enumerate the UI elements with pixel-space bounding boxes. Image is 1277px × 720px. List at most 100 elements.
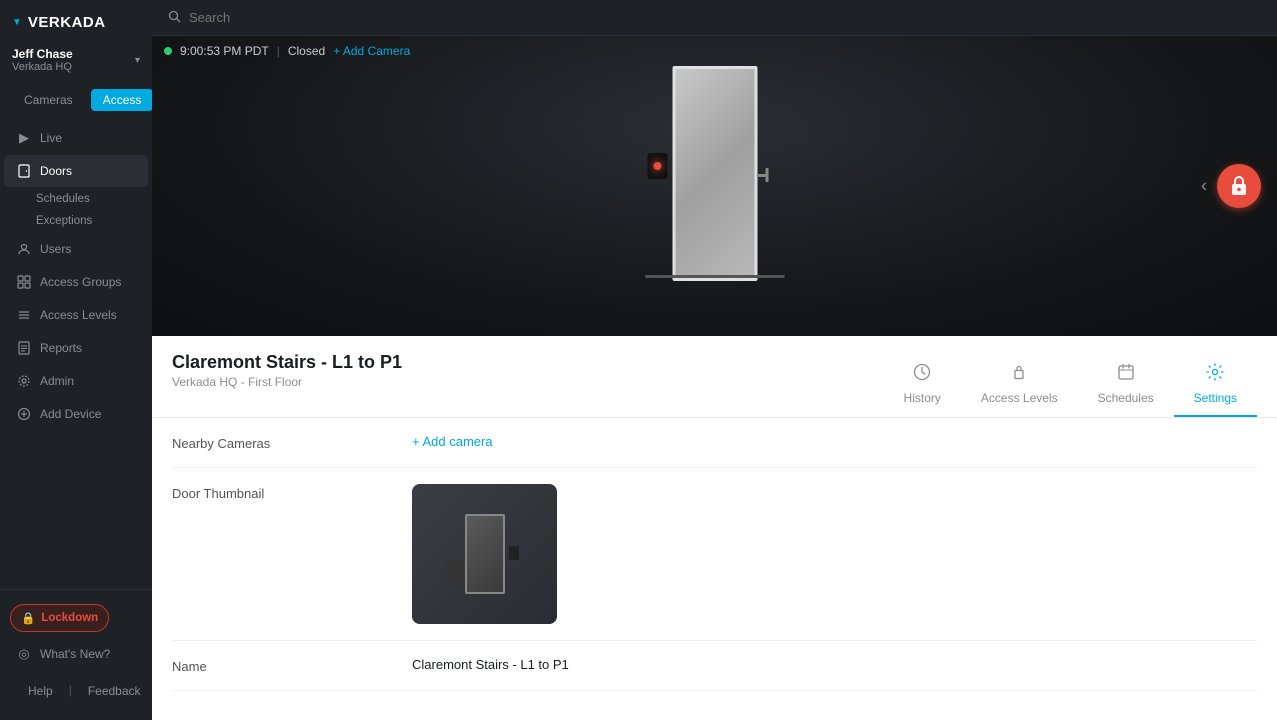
tab-navigation: History Access Levels	[884, 352, 1257, 417]
sidebar-item-whats-new[interactable]: ◎ What's New?	[4, 638, 148, 670]
sidebar-item-add-device[interactable]: Add Device	[4, 398, 148, 430]
door-thumbnail-row: Door Thumbnail	[172, 468, 1257, 641]
access-mode-button[interactable]: Access	[91, 89, 154, 111]
sidebar-item-reports[interactable]: Reports	[4, 332, 148, 364]
sidebar-item-add-device-label: Add Device	[40, 407, 101, 421]
access-levels-icon	[16, 307, 32, 323]
door-thumbnail-value	[412, 484, 1257, 624]
tab-access-levels[interactable]: Access Levels	[961, 352, 1078, 417]
thumb-door	[465, 514, 505, 594]
status-time: 9:00:53 PM PDT	[180, 44, 269, 58]
status-separator: |	[277, 44, 280, 58]
reports-icon	[16, 340, 32, 356]
users-icon	[16, 241, 32, 257]
sidebar-item-access-levels[interactable]: Access Levels	[4, 299, 148, 331]
search-input[interactable]	[189, 10, 365, 25]
mode-buttons: Cameras Access	[0, 83, 152, 121]
name-row: Name Claremont Stairs - L1 to P1	[172, 641, 1257, 691]
door-thumbnail-label: Door Thumbnail	[172, 484, 392, 501]
tab-schedules[interactable]: Schedules	[1078, 352, 1174, 417]
sidebar-item-doors-label: Doors	[40, 164, 72, 178]
sidebar-item-help-feedback: Help | Feedback	[4, 671, 148, 711]
tab-settings[interactable]: Settings	[1174, 352, 1257, 417]
sidebar-item-whats-new-label: What's New?	[40, 647, 110, 661]
collapse-panel-button[interactable]: ‹	[1201, 176, 1207, 197]
detail-header: Claremont Stairs - L1 to P1 Verkada HQ -…	[152, 336, 1277, 418]
add-camera-button[interactable]: + Add Camera	[333, 44, 410, 58]
keypad-icon	[647, 153, 667, 179]
nearby-cameras-row: Nearby Cameras + Add camera	[172, 418, 1257, 468]
user-section[interactable]: Jeff Chase Verkada HQ ▾	[0, 41, 152, 83]
user-org: Verkada HQ	[12, 61, 73, 73]
status-bar: 9:00:53 PM PDT | Closed + Add Camera	[164, 44, 410, 58]
door-preview: 9:00:53 PM PDT | Closed + Add Camera ‹	[152, 36, 1277, 336]
tab-schedules-label: Schedules	[1098, 391, 1154, 405]
doors-icon	[16, 163, 32, 179]
sidebar-item-users[interactable]: Users	[4, 233, 148, 265]
detail-panel: Claremont Stairs - L1 to P1 Verkada HQ -…	[152, 336, 1277, 720]
door-floor	[645, 275, 784, 278]
access-levels-tab-icon	[1009, 362, 1029, 387]
history-icon	[912, 362, 932, 387]
door-info: Claremont Stairs - L1 to P1 Verkada HQ -…	[172, 352, 402, 389]
door-subtitle: Verkada HQ - First Floor	[172, 375, 402, 389]
search-icon	[168, 10, 181, 26]
thumbnail-inner	[412, 484, 557, 624]
nearby-cameras-label: Nearby Cameras	[172, 434, 392, 451]
door-background: 9:00:53 PM PDT | Closed + Add Camera ‹	[152, 36, 1277, 336]
schedules-icon	[1116, 362, 1136, 387]
nav-section: ▶ Live Doors Schedules Exceptions	[0, 121, 152, 589]
cameras-mode-button[interactable]: Cameras	[12, 89, 85, 111]
lockdown-lock-icon: 🔒	[21, 611, 35, 625]
add-device-icon	[16, 406, 32, 422]
sidebar-item-exceptions-label: Exceptions	[36, 215, 92, 227]
sidebar-item-access-groups-label: Access Groups	[40, 275, 121, 289]
tab-history-label: History	[904, 391, 941, 405]
sidebar-item-schedules[interactable]: Schedules	[0, 188, 152, 210]
lock-button[interactable]	[1217, 164, 1261, 208]
keypad-light	[653, 162, 661, 170]
sidebar-item-reports-label: Reports	[40, 341, 82, 355]
sidebar-item-live[interactable]: ▶ Live	[4, 122, 148, 154]
sidebar-item-help[interactable]: Help	[20, 680, 61, 702]
status-dot-icon	[164, 47, 172, 55]
nearby-cameras-value: + Add camera	[412, 434, 1257, 449]
door-thumbnail-image	[412, 484, 557, 624]
door-visual	[672, 66, 757, 281]
settings-icon	[1205, 362, 1225, 387]
add-camera-link[interactable]: + Add camera	[412, 434, 493, 449]
sidebar-item-doors[interactable]: Doors	[4, 155, 148, 187]
door-handle-icon	[756, 174, 768, 177]
nav-bottom: 🔒 Lockdown ◎ What's New? Help | Feedback	[0, 589, 152, 720]
user-chevron-icon: ▾	[135, 55, 140, 66]
status-closed: Closed	[288, 44, 325, 58]
detail-content: Nearby Cameras + Add camera Door Thumbna…	[152, 418, 1277, 691]
sidebar-item-admin[interactable]: Admin	[4, 365, 148, 397]
sidebar: ▼ VERKADA Jeff Chase Verkada HQ ▾ Camera…	[0, 0, 152, 720]
search-header	[152, 0, 1277, 36]
name-value: Claremont Stairs - L1 to P1	[412, 657, 1257, 672]
sidebar-item-feedback[interactable]: Feedback	[80, 680, 149, 702]
live-icon: ▶	[16, 130, 32, 146]
sidebar-item-live-label: Live	[40, 131, 62, 145]
logo-chevron: ▼	[12, 17, 22, 28]
logo-text: VERKADA	[28, 14, 106, 31]
door-title: Claremont Stairs - L1 to P1	[172, 352, 402, 373]
thumb-keypad	[509, 546, 519, 560]
sidebar-item-access-groups[interactable]: Access Groups	[4, 266, 148, 298]
lockdown-button[interactable]: 🔒 Lockdown	[10, 604, 109, 632]
tab-settings-label: Settings	[1194, 391, 1237, 405]
sidebar-item-exceptions[interactable]: Exceptions	[0, 210, 152, 232]
whats-new-icon: ◎	[16, 646, 32, 662]
thumb-panel	[447, 560, 463, 582]
sidebar-item-schedules-label: Schedules	[36, 193, 90, 205]
access-groups-icon	[16, 274, 32, 290]
tab-history[interactable]: History	[884, 352, 961, 417]
sidebar-item-users-label: Users	[40, 242, 71, 256]
logo: ▼ VERKADA	[0, 0, 152, 41]
sidebar-item-access-levels-label: Access Levels	[40, 308, 117, 322]
tab-access-levels-label: Access Levels	[981, 391, 1058, 405]
name-label: Name	[172, 657, 392, 674]
admin-icon	[16, 373, 32, 389]
door-frame	[672, 66, 757, 281]
